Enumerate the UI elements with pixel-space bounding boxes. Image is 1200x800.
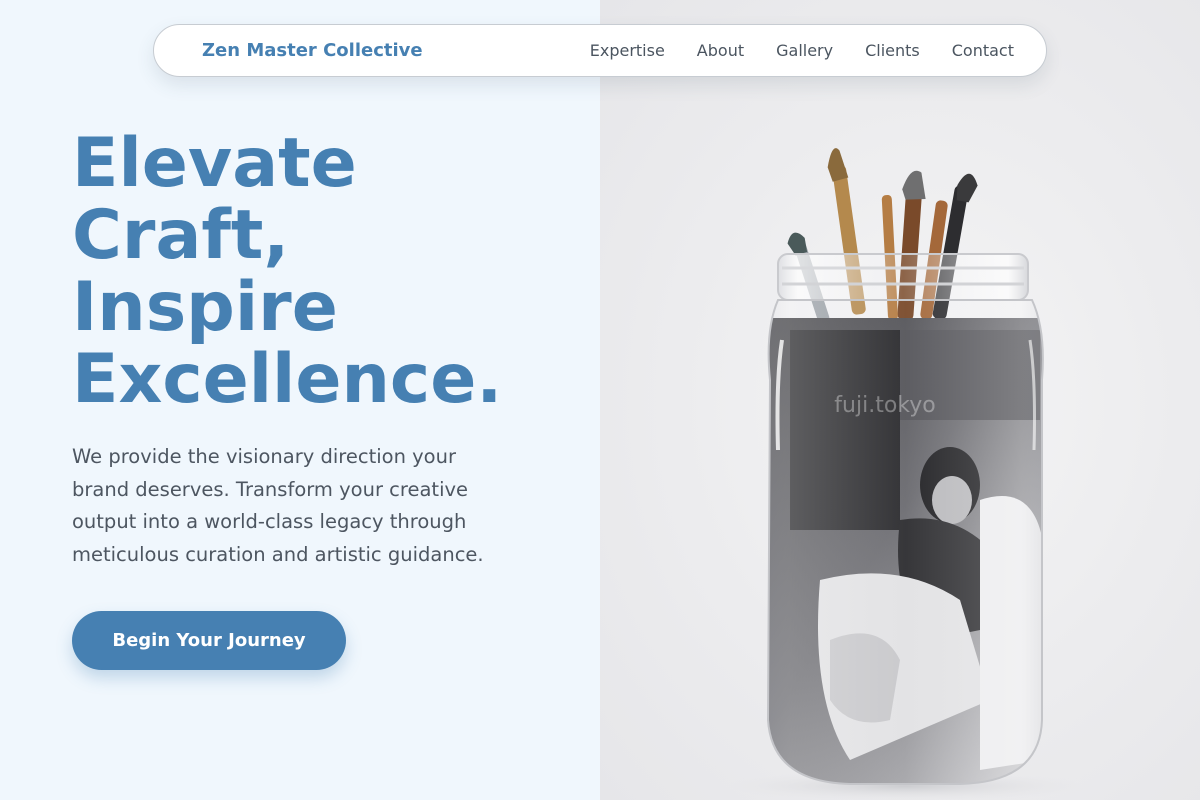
image-watermark: fuji.tokyo xyxy=(834,393,935,418)
begin-journey-button[interactable]: Begin Your Journey xyxy=(72,611,346,670)
top-navbar: Zen Master Collective Expertise About Ga… xyxy=(153,24,1047,77)
brand-logo[interactable]: Zen Master Collective xyxy=(202,40,423,61)
headline-line: Craft, xyxy=(72,196,290,275)
nav-link-about[interactable]: About xyxy=(697,41,744,60)
nav-link-gallery[interactable]: Gallery xyxy=(776,41,833,60)
headline-line: Elevate xyxy=(72,124,357,203)
hero-image-panel: fuji.tokyo xyxy=(600,0,1200,800)
hero-description: We provide the visionary direction your … xyxy=(72,445,484,566)
jar-body xyxy=(766,299,1044,785)
hero-headline: Elevate Craft, Inspire Excellence. xyxy=(72,128,592,416)
nav-link-contact[interactable]: Contact xyxy=(952,41,1014,60)
headline-line: Inspire xyxy=(72,268,338,347)
nav-link-expertise[interactable]: Expertise xyxy=(590,41,665,60)
nav-links: Expertise About Gallery Clients Contact xyxy=(590,41,1014,60)
jar-photo-image: fuji.tokyo xyxy=(715,148,1095,800)
jar-rim xyxy=(777,253,1029,301)
headline-line: Excellence. xyxy=(72,340,503,419)
nav-link-clients[interactable]: Clients xyxy=(865,41,920,60)
